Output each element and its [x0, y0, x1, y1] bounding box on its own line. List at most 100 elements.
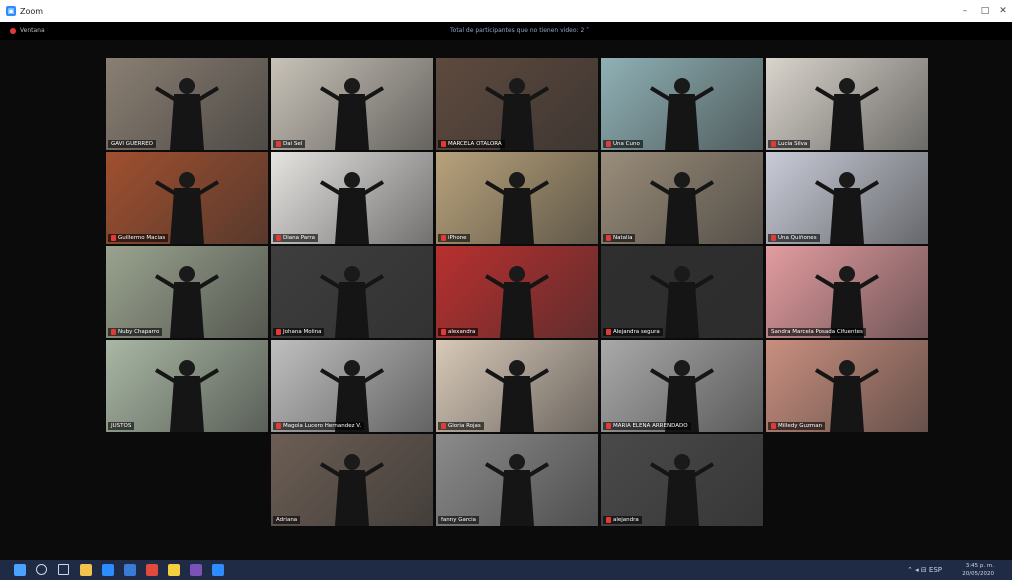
clock-time: 3:45 p. m. — [965, 563, 994, 569]
participant-name-tag: Diana Parra — [273, 234, 318, 242]
participant-video-tile[interactable]: Una Cuno — [601, 58, 763, 150]
dancer-silhouette-icon — [154, 266, 220, 338]
dancer-silhouette-icon — [814, 266, 880, 338]
participant-video-tile[interactable]: alexandra — [436, 246, 598, 338]
file-explorer-icon[interactable] — [80, 564, 92, 576]
participant-video-tile[interactable]: Guillermo Macias — [106, 152, 268, 244]
dancer-silhouette-icon — [649, 172, 715, 244]
task-view-icon[interactable] — [58, 564, 69, 575]
close-button[interactable]: ✕ — [996, 4, 1010, 18]
participant-name-tag: Una Cuno — [603, 140, 643, 148]
participant-name: Una Cuno — [613, 141, 640, 147]
participant-name-tag: Natalia — [603, 234, 636, 242]
participant-video-tile[interactable]: GAVI GUERREO — [106, 58, 268, 150]
participant-name-tag: fanny Garcia — [438, 516, 479, 524]
participant-video-tile[interactable]: Magola Lucero Hernandez V. — [271, 340, 433, 432]
mic-muted-icon — [441, 329, 446, 335]
participant-name-tag: JUSTOS — [108, 422, 135, 430]
participant-name-tag: Johana Molina — [273, 328, 325, 336]
dancer-silhouette-icon — [649, 454, 715, 526]
windows-start-icon[interactable] — [14, 564, 26, 576]
participant-name-tag: Alejandra segura — [603, 328, 663, 336]
participant-video-tile[interactable]: Nuby Chaparro — [106, 246, 268, 338]
dancer-silhouette-icon — [154, 78, 220, 150]
participant-name-tag: Gloria Rojas — [438, 422, 484, 430]
window-title-bar: ▣ Zoom – □ ✕ — [0, 0, 1012, 23]
mic-muted-icon — [441, 141, 446, 147]
dancer-silhouette-icon — [154, 360, 220, 432]
mic-muted-icon — [771, 141, 776, 147]
recording-indicator-icon — [10, 27, 16, 34]
participant-name: Lucia Silva — [778, 141, 808, 147]
participant-video-tile[interactable]: iPhone — [436, 152, 598, 244]
search-icon[interactable] — [36, 564, 47, 575]
participant-name-tag: Milledy Guzman — [768, 422, 826, 430]
participant-video-tile[interactable]: Adriana — [271, 434, 433, 526]
participant-name: Gloria Rojas — [448, 423, 481, 429]
mic-muted-icon — [111, 235, 116, 241]
participant-video-tile[interactable]: Natalia — [601, 152, 763, 244]
participant-name: Dai Sel — [283, 141, 303, 147]
participant-video-tile[interactable]: Gloria Rojas — [436, 340, 598, 432]
participant-name-tag: Lucia Silva — [768, 140, 811, 148]
slack-icon[interactable] — [190, 564, 202, 576]
dancer-silhouette-icon — [484, 172, 550, 244]
participant-video-tile[interactable]: Una Quiñones — [766, 152, 928, 244]
participant-name-tag: MARCELA OTALORA — [438, 140, 505, 148]
participant-name-tag: Magola Lucero Hernandez V. — [273, 422, 365, 430]
participant-video-tile[interactable]: JUSTOS — [106, 340, 268, 432]
participant-name: MARIA ELENA ARRENDADO — [613, 423, 688, 429]
participant-video-tile[interactable]: MARCELA OTALORA — [436, 58, 598, 150]
participants-without-video-label[interactable]: Total de participantes que no tienen vid… — [450, 27, 589, 34]
participant-name: Natalia — [613, 235, 633, 241]
dancer-silhouette-icon — [484, 78, 550, 150]
mic-muted-icon — [606, 329, 611, 335]
meeting-header-bar: Ventana Total de participantes que no ti… — [0, 22, 1012, 40]
participant-name: JUSTOS — [111, 423, 132, 429]
window-title: Zoom — [20, 6, 44, 16]
participant-name: fanny Garcia — [441, 517, 476, 523]
system-tray-icons[interactable]: ⌃ ◂ ⊟ ESP — [907, 566, 942, 574]
participant-video-tile[interactable]: Sandra Marcela Posada Cifuentes — [766, 246, 928, 338]
participant-video-tile[interactable]: Johana Molina — [271, 246, 433, 338]
dancer-silhouette-icon — [649, 78, 715, 150]
mic-muted-icon — [771, 423, 776, 429]
view-status[interactable]: Ventana — [10, 27, 45, 34]
participant-video-tile[interactable]: Diana Parra — [271, 152, 433, 244]
participant-name: Adriana — [276, 517, 298, 523]
sticky-notes-icon[interactable] — [168, 564, 180, 576]
participant-name: Guillermo Macias — [118, 235, 166, 241]
dancer-silhouette-icon — [814, 360, 880, 432]
participant-name-tag: Nuby Chaparro — [108, 328, 163, 336]
mic-muted-icon — [441, 423, 446, 429]
mic-muted-icon — [441, 235, 446, 241]
participant-video-tile[interactable]: Dai Sel — [271, 58, 433, 150]
participant-video-tile[interactable]: MARIA ELENA ARRENDADO — [601, 340, 763, 432]
participant-name: Magola Lucero Hernandez V. — [283, 423, 362, 429]
store-icon[interactable] — [124, 564, 136, 576]
maximize-button[interactable]: □ — [978, 4, 992, 18]
participant-video-tile[interactable]: alejandra — [601, 434, 763, 526]
system-clock[interactable]: 3:45 p. m. 20/05/2020 — [962, 562, 994, 578]
participant-name-tag: iPhone — [438, 234, 470, 242]
mic-muted-icon — [606, 141, 611, 147]
dancer-silhouette-icon — [319, 172, 385, 244]
dancer-silhouette-icon — [484, 454, 550, 526]
edge-icon[interactable] — [102, 564, 114, 576]
zoom-icon[interactable] — [212, 564, 224, 576]
minimize-button[interactable]: – — [958, 4, 972, 18]
participant-video-tile[interactable]: Alejandra segura — [601, 246, 763, 338]
dancer-silhouette-icon — [649, 266, 715, 338]
participant-name: alexandra — [448, 329, 476, 335]
participant-name: GAVI GUERREO — [111, 141, 154, 147]
mic-muted-icon — [276, 141, 281, 147]
chrome-icon[interactable] — [146, 564, 158, 576]
dancer-silhouette-icon — [484, 360, 550, 432]
participant-video-tile[interactable]: fanny Garcia — [436, 434, 598, 526]
mic-muted-icon — [276, 423, 281, 429]
participant-video-tile[interactable]: Lucia Silva — [766, 58, 928, 150]
participant-video-tile[interactable]: Milledy Guzman — [766, 340, 928, 432]
dancer-silhouette-icon — [814, 172, 880, 244]
view-status-label: Ventana — [20, 27, 45, 34]
mic-muted-icon — [276, 329, 281, 335]
